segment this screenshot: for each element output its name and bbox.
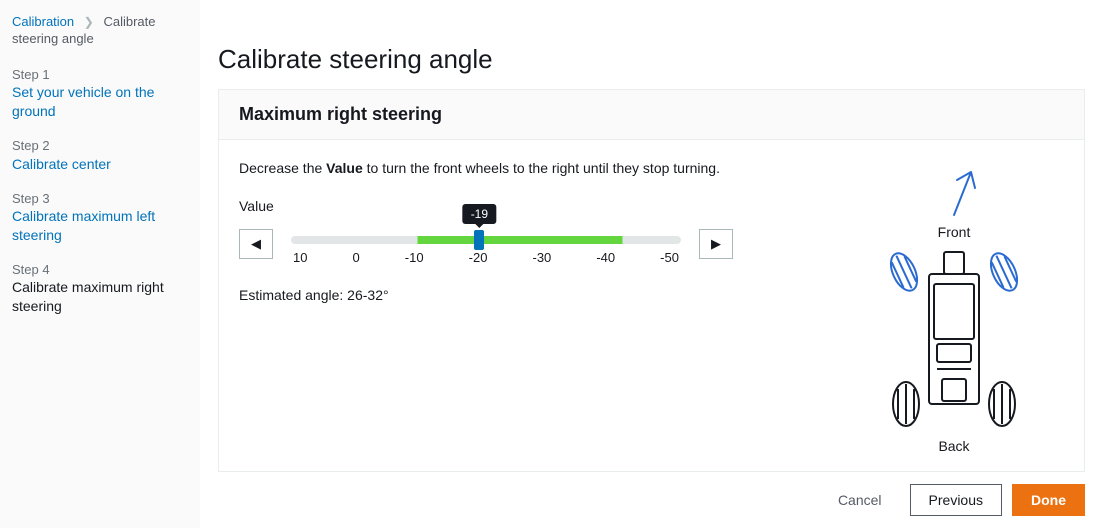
wizard-footer: Cancel Previous Done bbox=[200, 472, 1097, 528]
panel-header: Maximum right steering bbox=[219, 90, 1084, 140]
triangle-right-icon: ▶ bbox=[711, 236, 721, 252]
step-label: Step 4 bbox=[12, 261, 189, 279]
step-title-link[interactable]: Calibrate maximum left steering bbox=[12, 207, 189, 245]
slider-track bbox=[291, 236, 681, 244]
vehicle-diagram: Front bbox=[844, 160, 1064, 459]
page-title: Calibrate steering angle bbox=[218, 44, 1097, 75]
done-button[interactable]: Done bbox=[1012, 484, 1085, 516]
wizard-step-4: Step 4 Calibrate maximum right steering bbox=[12, 261, 199, 316]
previous-button[interactable]: Previous bbox=[910, 484, 1002, 516]
instruction-text: Decrease the Value to turn the front whe… bbox=[239, 160, 814, 176]
wizard-step-1[interactable]: Step 1 Set your vehicle on the ground bbox=[12, 66, 199, 121]
triangle-left-icon: ◀ bbox=[251, 236, 261, 252]
step-label: Step 1 bbox=[12, 66, 189, 84]
step-title-link[interactable]: Set your vehicle on the ground bbox=[12, 83, 189, 121]
decrement-button[interactable]: ◀ bbox=[239, 229, 273, 259]
front-label: Front bbox=[938, 224, 971, 240]
step-label: Step 3 bbox=[12, 190, 189, 208]
increment-button[interactable]: ▶ bbox=[699, 229, 733, 259]
step-label: Step 2 bbox=[12, 137, 189, 155]
estimated-angle: Estimated angle: 26-32° bbox=[239, 287, 814, 303]
value-slider[interactable]: -19 10 0 -10 -20 -30 -40 -50 bbox=[291, 222, 681, 265]
wizard-step-3[interactable]: Step 3 Calibrate maximum left steering bbox=[12, 190, 199, 245]
main-content: Calibrate steering angle Maximum right s… bbox=[200, 0, 1097, 528]
slider-tooltip: -19 bbox=[463, 204, 496, 224]
step-title-current: Calibrate maximum right steering bbox=[12, 279, 164, 314]
back-label: Back bbox=[938, 438, 969, 454]
section-title: Maximum right steering bbox=[239, 104, 1064, 125]
breadcrumb: Calibration ❯ Calibrate steering angle bbox=[12, 14, 199, 48]
chevron-right-icon: ❯ bbox=[78, 15, 100, 29]
breadcrumb-root-link[interactable]: Calibration bbox=[12, 14, 74, 29]
slider-row: ◀ -19 10 0 -10 -20 -30 bbox=[239, 222, 814, 265]
arrow-icon bbox=[919, 160, 989, 220]
wizard-sidebar: Calibration ❯ Calibrate steering angle S… bbox=[0, 0, 200, 528]
cancel-button[interactable]: Cancel bbox=[820, 484, 900, 516]
wizard-step-2[interactable]: Step 2 Calibrate center bbox=[12, 137, 199, 173]
step-title-link[interactable]: Calibrate center bbox=[12, 155, 189, 174]
calibration-panel: Maximum right steering Decrease the Valu… bbox=[218, 89, 1085, 472]
slider-thumb[interactable] bbox=[474, 230, 484, 250]
slider-ticks: 10 0 -10 -20 -30 -40 -50 bbox=[291, 250, 681, 265]
controls-column: Decrease the Value to turn the front whe… bbox=[239, 160, 814, 459]
value-label: Value bbox=[239, 198, 814, 214]
car-top-icon bbox=[874, 244, 1034, 434]
